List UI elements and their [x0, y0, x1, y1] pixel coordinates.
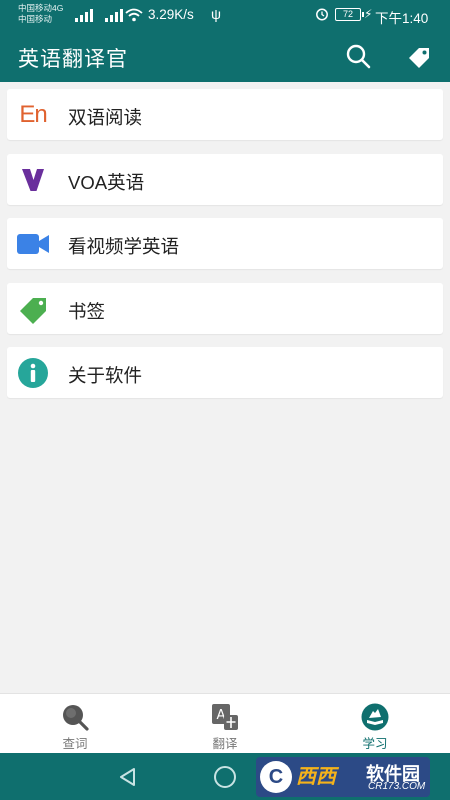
menu-item-bookmarks[interactable]: 书签 [7, 282, 443, 334]
network-speed: 3.29K/s [148, 7, 194, 22]
back-icon[interactable] [117, 766, 139, 788]
carrier-1: 中国移动4G [18, 3, 64, 13]
search-icon [346, 44, 371, 69]
menu-item-bilingual-reading[interactable]: En 双语阅读 [7, 89, 443, 140]
magnifier-icon [63, 705, 89, 731]
app-title: 英语翻译官 [18, 48, 128, 71]
home-icon[interactable] [214, 766, 236, 788]
translate-icon: A [212, 704, 238, 730]
menu-item-video-english[interactable]: 看视频学英语 [7, 218, 443, 269]
menu-item-label: 双语阅读 [68, 107, 143, 128]
usb-icon: ψ [211, 6, 221, 22]
menu-item-about[interactable]: 关于软件 [7, 347, 443, 398]
menu-item-label: 关于软件 [68, 365, 143, 386]
carrier-2: 中国移动 [18, 14, 53, 24]
clock: 下午1:40 [375, 11, 429, 26]
watermark-subtext: CR173.COM [368, 781, 426, 792]
info-icon [16, 356, 50, 390]
tag-icon [409, 48, 429, 68]
voa-icon [16, 163, 50, 197]
study-icon [361, 703, 389, 731]
bookmark-button[interactable] [405, 43, 433, 71]
watermark-emblem: C [260, 761, 292, 793]
carrier-info: 中国移动4G 中国移动 [18, 3, 63, 25]
battery-level: 72 [342, 9, 353, 19]
nav-item-study[interactable]: 学习 [300, 694, 450, 754]
en-icon: En [19, 101, 47, 128]
video-camera-icon [16, 227, 50, 261]
system-navigation-bar: C 西西 软件园 CR173.COM [0, 753, 450, 800]
bottom-navigation: 查词 A 翻译 学习 [0, 693, 450, 753]
menu-list: En 双语阅读 VOA英语 看视频学英语 书签 关于软件 [7, 89, 443, 412]
watermark-logo: C 西西 软件园 CR173.COM [256, 757, 430, 797]
watermark-text-1: 西西 [296, 766, 336, 788]
nav-item-lookup[interactable]: 查词 [0, 694, 150, 754]
menu-item-label: VOA英语 [68, 171, 145, 193]
status-bar: 中国移动4G 中国移动 3.29K/s ψ 72 ⚡ 下午1:40 [0, 0, 450, 30]
menu-item-label: 书签 [68, 300, 106, 322]
nav-label: 学习 [362, 737, 388, 751]
signal-strength-2-icon [105, 9, 123, 22]
charging-icon: ⚡ [364, 7, 373, 21]
signal-strength-icon [75, 9, 93, 22]
menu-item-voa-english[interactable]: VOA英语 [7, 153, 443, 205]
alarm-icon [316, 8, 328, 21]
nav-item-translate[interactable]: A 翻译 [150, 694, 300, 754]
tag-icon [16, 292, 50, 326]
wifi-icon [125, 8, 143, 22]
search-button[interactable] [344, 42, 372, 70]
app-bar: 英语翻译官 [0, 30, 450, 82]
nav-label: 翻译 [212, 737, 238, 751]
battery-indicator: 72 [335, 8, 364, 21]
menu-item-label: 看视频学英语 [68, 236, 180, 257]
nav-label: 查词 [62, 737, 88, 751]
